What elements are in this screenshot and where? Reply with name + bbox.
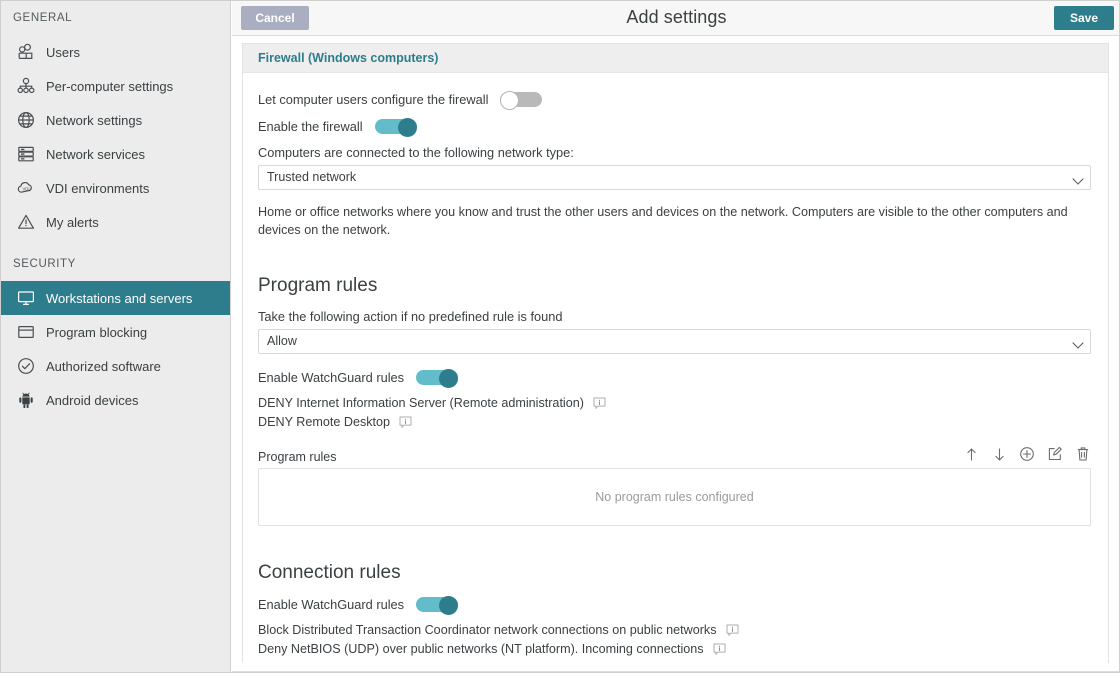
sidebar-section-security: SECURITY [1,247,230,281]
sidebar-item-label: Workstations and servers [46,291,192,305]
program-rules-list-header: Program rules [258,446,1091,464]
sidebar-item-vdi-environments[interactable]: VDI VDI environments [1,171,230,205]
rule-text: DENY Internet Information Server (Remote… [258,396,584,410]
sidebar-item-label: Program blocking [46,325,147,339]
move-up-icon[interactable] [963,446,979,462]
sidebar: GENERAL Users [1,1,231,673]
move-down-icon[interactable] [991,446,1007,462]
sidebar-item-label: Network services [46,147,145,161]
chevron-down-icon [1072,337,1083,348]
card-body: Let computer users configure the firewal… [243,73,1108,656]
enable-firewall-label: Enable the firewall [258,119,363,134]
sidebar-item-authorized-software[interactable]: Authorized software [1,349,230,383]
connection-predefined-rule: Block Distributed Transaction Coordinato… [258,623,1091,637]
network-type-select[interactable]: Trusted network [258,165,1091,190]
program-rules-heading: Program rules [258,275,1091,297]
default-action-value: Allow [267,330,297,353]
rule-text: Block Distributed Transaction Coordinato… [258,623,717,637]
sidebar-item-workstations-and-servers[interactable]: Workstations and servers [1,281,230,315]
sidebar-item-label: My alerts [46,215,99,229]
info-tooltip-icon[interactable] [713,643,726,656]
connection-enable-watchguard-label: Enable WatchGuard rules [258,597,404,612]
let-users-configure-row: Let computer users configure the firewal… [258,91,1091,108]
toggle-knob [398,118,417,137]
default-action-label: Take the following action if no predefin… [258,309,1091,324]
program-rules-toolbar [963,446,1091,464]
vdi-cloud-icon: VDI [13,175,39,201]
main-content: Firewall (Windows computers) Let compute… [232,37,1120,673]
sidebar-item-android-devices[interactable]: Android devices [1,383,230,417]
rule-text: DENY Remote Desktop [258,415,390,429]
let-users-configure-label: Let computer users configure the firewal… [258,92,488,107]
enable-firewall-toggle[interactable] [375,118,417,135]
program-predefined-rule: DENY Internet Information Server (Remote… [258,396,1091,410]
per-computer-settings-icon [13,73,39,99]
android-icon [13,387,39,413]
info-tooltip-icon[interactable] [593,397,606,410]
sidebar-item-users[interactable]: Users [1,35,230,69]
info-tooltip-icon[interactable] [399,416,412,429]
sidebar-section-general: GENERAL [1,1,230,35]
program-rules-list-title: Program rules [258,450,337,464]
users-icon [13,39,39,65]
program-predefined-rule: DENY Remote Desktop [258,415,1091,429]
default-action-select[interactable]: Allow [258,329,1091,354]
save-button[interactable]: Save [1054,6,1114,30]
window-icon [13,319,39,345]
sidebar-item-network-services[interactable]: Network services [1,137,230,171]
server-icon [13,141,39,167]
add-icon[interactable] [1019,446,1035,462]
enable-firewall-row: Enable the firewall [258,118,1091,135]
network-type-description: Home or office networks where you know a… [258,203,1091,239]
monitor-icon [13,285,39,311]
edit-icon[interactable] [1047,446,1063,462]
program-enable-watchguard-toggle[interactable] [416,369,458,386]
toggle-knob [500,91,519,110]
program-enable-watchguard-row: Enable WatchGuard rules [258,369,1091,386]
sidebar-item-label: Android devices [46,393,139,407]
firewall-settings-card: Firewall (Windows computers) Let compute… [242,43,1109,663]
connection-rules-heading: Connection rules [258,562,1091,584]
svg-text:VDI: VDI [23,187,30,192]
delete-icon[interactable] [1075,446,1091,462]
sidebar-item-my-alerts[interactable]: My alerts [1,205,230,239]
network-type-label: Computers are connected to the following… [258,145,1091,160]
top-action-bar: Cancel Add settings Save [232,1,1120,36]
toggle-knob [439,596,458,615]
toggle-knob [439,369,458,388]
add-settings-page: GENERAL Users [0,0,1120,673]
info-tooltip-icon[interactable] [726,624,739,637]
sidebar-item-network-settings[interactable]: Network settings [1,103,230,137]
network-type-value: Trusted network [267,166,356,189]
chevron-down-icon [1072,173,1083,184]
globe-icon [13,107,39,133]
sidebar-item-label: Authorized software [46,359,161,373]
card-title: Firewall (Windows computers) [243,44,1108,73]
sidebar-item-program-blocking[interactable]: Program blocking [1,315,230,349]
sidebar-item-label: Per-computer settings [46,79,173,93]
program-rules-list[interactable]: No program rules configured [258,468,1091,526]
check-circle-icon [13,353,39,379]
sidebar-spacer [1,239,230,247]
program-rules-empty-text: No program rules configured [595,490,753,504]
sidebar-item-label: VDI environments [46,181,149,195]
sidebar-item-label: Users [46,45,80,59]
connection-enable-watchguard-toggle[interactable] [416,596,458,613]
bottom-divider [232,671,1120,672]
program-enable-watchguard-label: Enable WatchGuard rules [258,370,404,385]
let-users-configure-toggle[interactable] [500,91,542,108]
alert-triangle-icon [13,209,39,235]
rule-text: Deny NetBIOS (UDP) over public networks … [258,642,704,656]
page-title: Add settings [232,7,1120,28]
connection-enable-watchguard-row: Enable WatchGuard rules [258,596,1091,613]
sidebar-item-label: Network settings [46,113,142,127]
sidebar-item-per-computer-settings[interactable]: Per-computer settings [1,69,230,103]
connection-predefined-rule: Deny NetBIOS (UDP) over public networks … [258,642,1091,656]
